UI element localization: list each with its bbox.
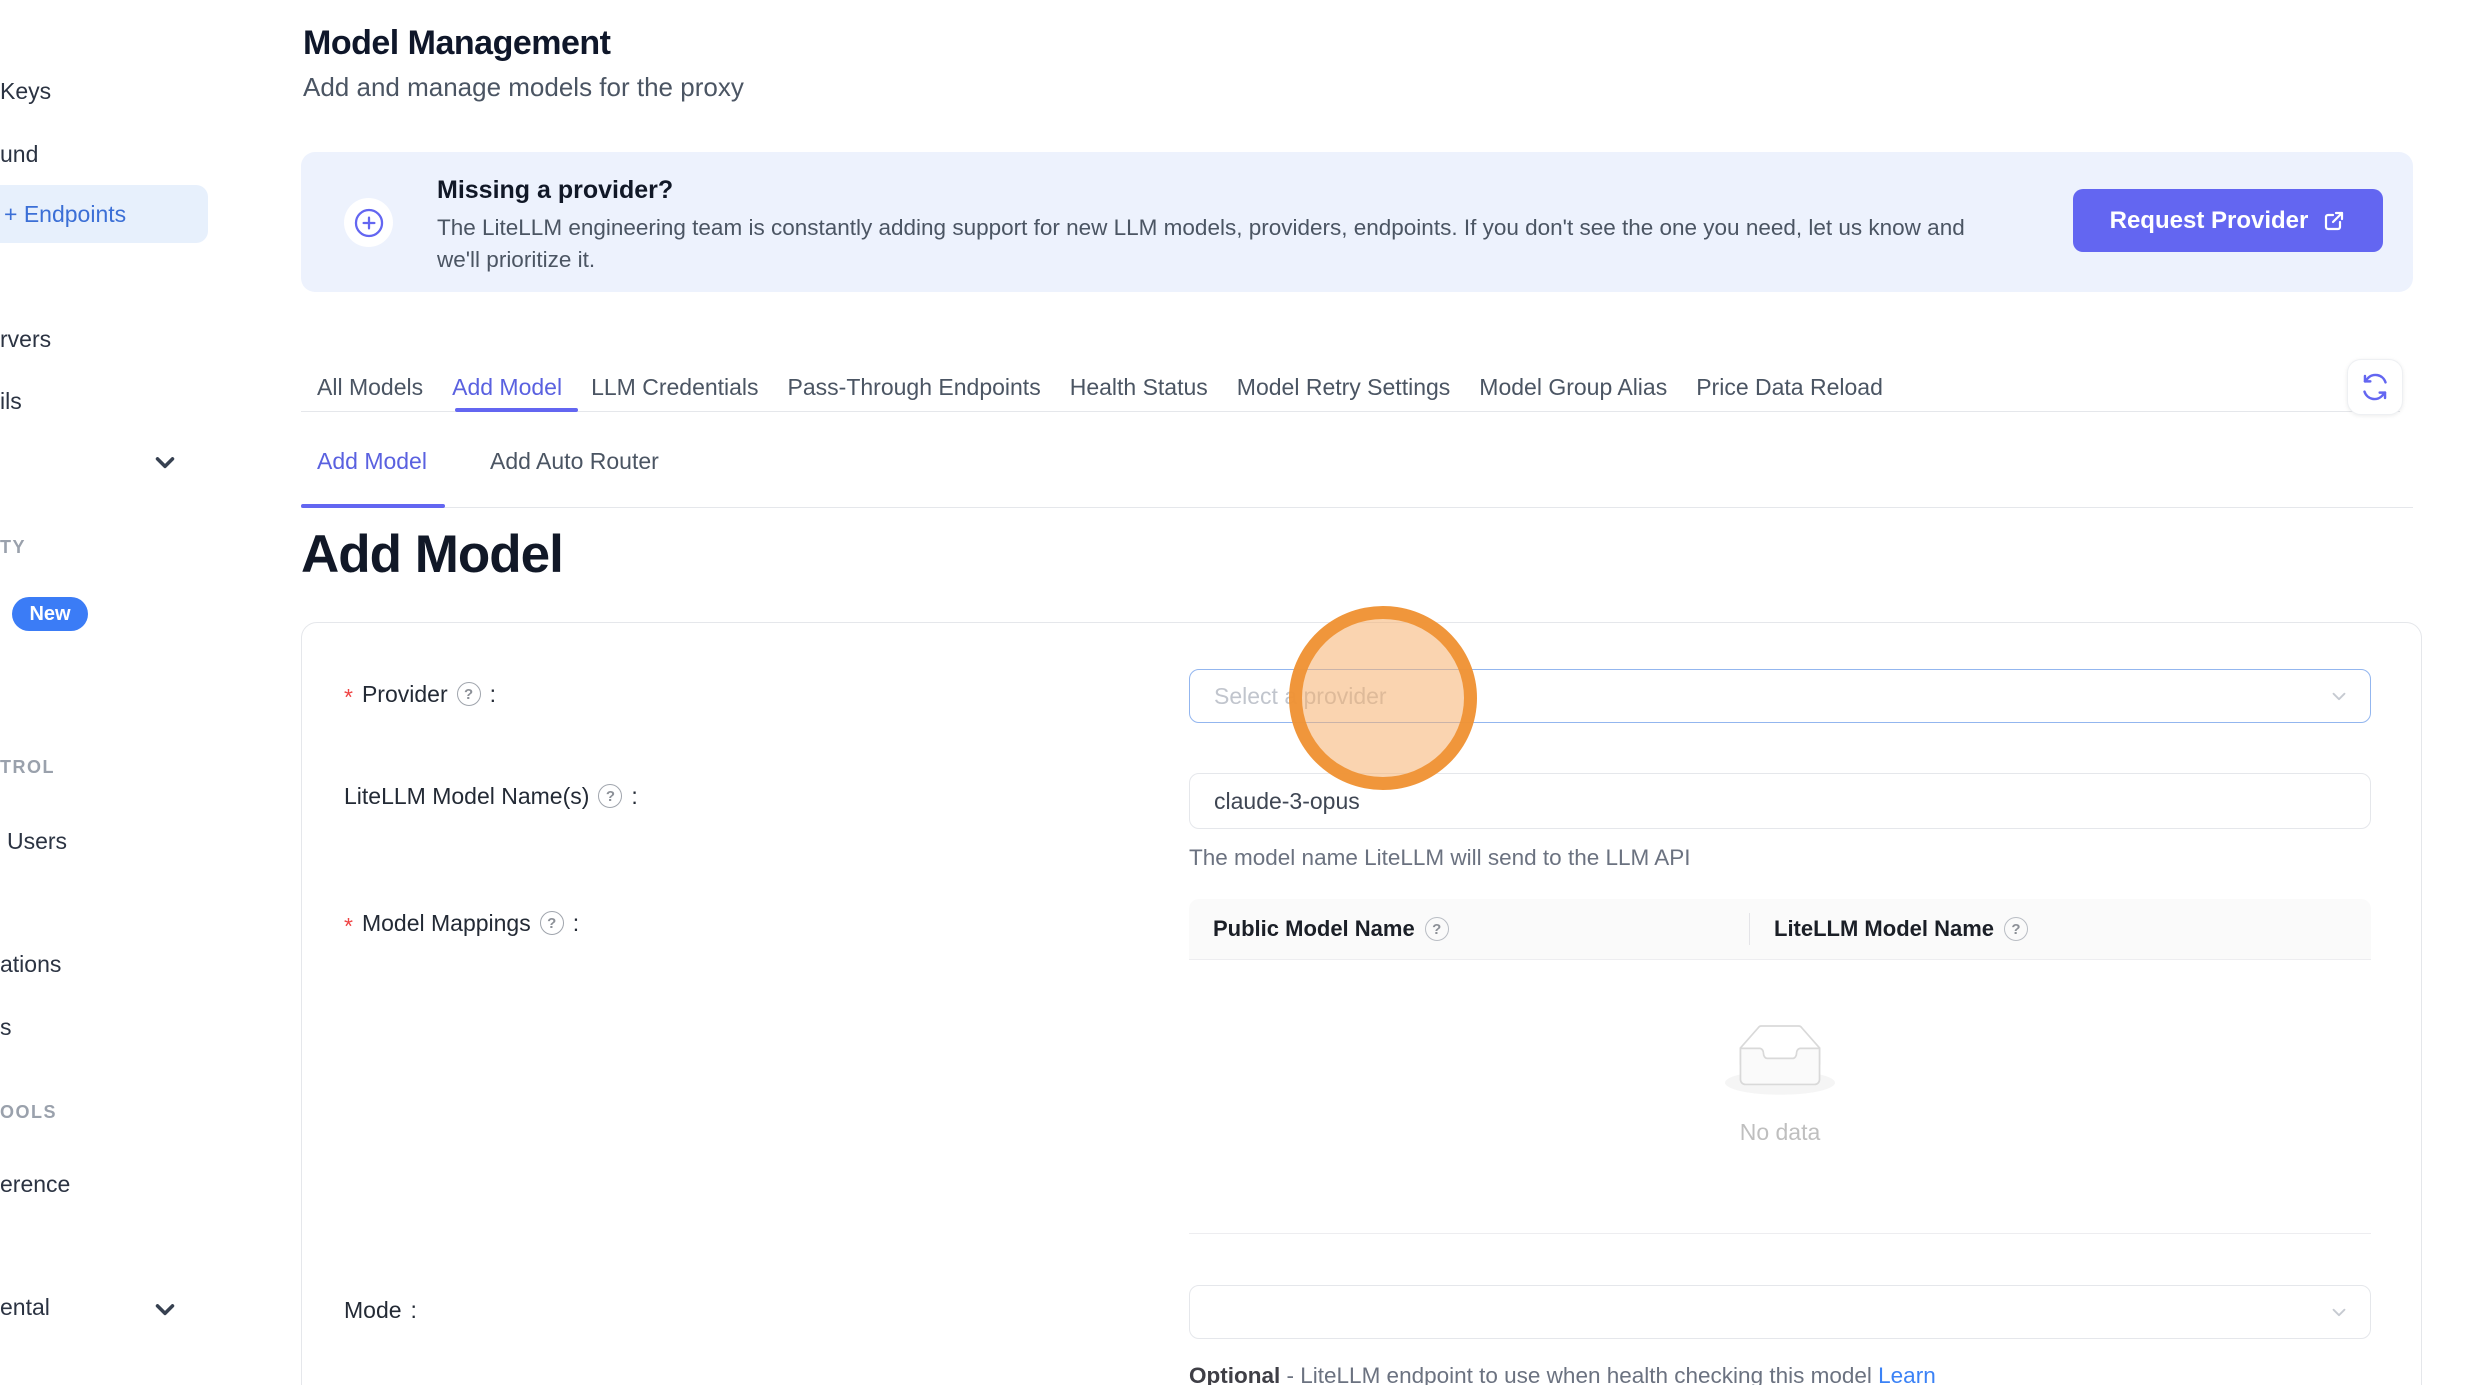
tab-llm-credentials[interactable]: LLM Credentials (591, 374, 758, 401)
sidebar-item-experimental[interactable]: ental (0, 1296, 50, 1319)
provider-select-placeholder: Select a provider (1214, 683, 2328, 710)
learn-more-link[interactable]: Learn (1878, 1363, 1936, 1385)
no-data-text: No data (1740, 1121, 1821, 1144)
active-tab-underline (455, 408, 578, 412)
model-mappings-header: Public Model Name ? LiteLLM Model Name ? (1189, 899, 2371, 960)
help-glyph: ? (547, 916, 556, 931)
model-mappings-label-text: Model Mappings (362, 912, 531, 935)
request-provider-label: Request Provider (2110, 207, 2309, 235)
litellm-name-helper: The model name LiteLLM will send to the … (1189, 847, 1691, 870)
mode-helper-text: - LiteLLM endpoint to use when health ch… (1287, 1363, 1872, 1385)
plus-circle-badge (344, 198, 393, 247)
tab-all-models[interactable]: All Models (317, 374, 423, 401)
add-model-heading: Add Model (301, 528, 563, 581)
help-icon[interactable]: ? (540, 911, 564, 935)
model-mappings-table: Public Model Name ? LiteLLM Model Name ? (1189, 899, 2371, 1234)
banner-title: Missing a provider? (437, 178, 673, 203)
sidebar-item-virtual-keys[interactable]: Keys (0, 80, 51, 103)
required-asterisk: * (344, 915, 353, 938)
provider-label-text: Provider (362, 683, 448, 706)
new-badge: New (12, 597, 88, 631)
column-public-model-name: Public Model Name ? (1189, 916, 1749, 942)
model-tabs: All Models Add Model LLM Credentials Pas… (317, 374, 1883, 401)
empty-inbox-icon (1725, 1024, 1835, 1095)
column-label: LiteLLM Model Name (1774, 916, 1994, 942)
sidebar-item-playground[interactable]: und (0, 143, 38, 166)
litellm-name-label: LiteLLM Model Name(s) ? : (344, 784, 638, 808)
help-glyph: ? (2011, 921, 2020, 938)
external-link-icon (2322, 209, 2346, 233)
new-badge-label: New (29, 603, 70, 626)
mode-helper-optional: Optional (1189, 1363, 1280, 1385)
subtab-add-auto-router[interactable]: Add Auto Router (490, 450, 659, 473)
model-management-screen: Keys und + Endpoints rvers ils TY New TR… (0, 0, 2477, 1385)
litellm-name-field-wrap (1189, 773, 2371, 829)
missing-provider-banner: Missing a provider? The LiteLLM engineer… (301, 152, 2413, 292)
chevron-down-icon (2328, 685, 2350, 707)
sidebar-item-guardrails[interactable]: ils (0, 390, 22, 413)
litellm-name-input[interactable] (1189, 773, 2371, 829)
mode-select[interactable] (1189, 1285, 2371, 1339)
help-icon[interactable]: ? (1425, 917, 1449, 941)
help-glyph: ? (464, 687, 473, 702)
provider-label: * Provider ? : (344, 682, 496, 706)
help-glyph: ? (1432, 921, 1441, 938)
mode-label-text: Mode (344, 1299, 402, 1322)
subtab-add-model[interactable]: Add Model (317, 450, 427, 473)
label-colon: : (490, 683, 496, 706)
sidebar-item-teams[interactable]: s (0, 1016, 12, 1039)
help-icon[interactable]: ? (457, 682, 481, 706)
banner-text-line2: we'll prioritize it. (437, 249, 595, 272)
chevron-down-icon (2328, 1301, 2350, 1323)
subtabbar-divider (301, 507, 2413, 508)
chevron-down-icon[interactable] (150, 447, 180, 477)
litellm-name-label-text: LiteLLM Model Name(s) (344, 785, 589, 808)
help-glyph: ? (606, 789, 615, 804)
model-mappings-label: * Model Mappings ? : (344, 911, 579, 935)
tab-model-retry-settings[interactable]: Model Retry Settings (1237, 374, 1450, 401)
chevron-down-icon[interactable] (150, 1294, 180, 1324)
empty-state: No data (1189, 1024, 2371, 1144)
label-colon: : (631, 785, 637, 808)
page-title: Model Management (303, 26, 610, 60)
sidebar-section-header-tools: OOLS (0, 1103, 57, 1121)
column-label: Public Model Name (1213, 916, 1415, 942)
refresh-button[interactable] (2347, 359, 2403, 415)
help-icon[interactable]: ? (2004, 917, 2028, 941)
plus-circle-icon (352, 206, 386, 240)
model-mappings-body: No data (1189, 960, 2371, 1234)
sidebar-item-models-endpoints-label[interactable]: + Endpoints (4, 203, 126, 226)
sidebar-section-header-access-control: TROL (0, 758, 55, 776)
tab-price-data-reload[interactable]: Price Data Reload (1696, 374, 1883, 401)
active-subtab-underline (301, 504, 445, 508)
add-model-form-card: * Provider ? : Select a provider LiteLLM… (301, 622, 2422, 1385)
sidebar-item-organizations[interactable]: ations (0, 953, 61, 976)
help-icon[interactable]: ? (598, 784, 622, 808)
request-provider-button[interactable]: Request Provider (2073, 189, 2383, 252)
column-litellm-model-name: LiteLLM Model Name ? (1750, 916, 2028, 942)
provider-select[interactable]: Select a provider (1189, 669, 2371, 723)
tabbar-divider (301, 411, 2400, 412)
banner-text-line1: The LiteLLM engineering team is constant… (437, 217, 1965, 240)
sidebar-item-mcp-servers[interactable]: rvers (0, 328, 51, 351)
label-colon: : (573, 912, 579, 935)
mode-label: Mode : (344, 1299, 417, 1322)
required-asterisk: * (344, 686, 353, 709)
page-subtitle: Add and manage models for the proxy (303, 74, 744, 100)
sidebar-item-inference[interactable]: erence (0, 1173, 70, 1196)
refresh-icon (2361, 373, 2389, 401)
tab-health-status[interactable]: Health Status (1070, 374, 1208, 401)
tab-model-group-alias[interactable]: Model Group Alias (1479, 374, 1667, 401)
label-colon: : (411, 1299, 417, 1322)
tab-add-model[interactable]: Add Model (452, 374, 562, 401)
sidebar-section-header: TY (0, 538, 26, 556)
tab-pass-through-endpoints[interactable]: Pass-Through Endpoints (788, 374, 1041, 401)
sidebar-item-internal-users[interactable]: Users (7, 830, 67, 853)
mode-helper: Optional - LiteLLM endpoint to use when … (1189, 1365, 1936, 1385)
